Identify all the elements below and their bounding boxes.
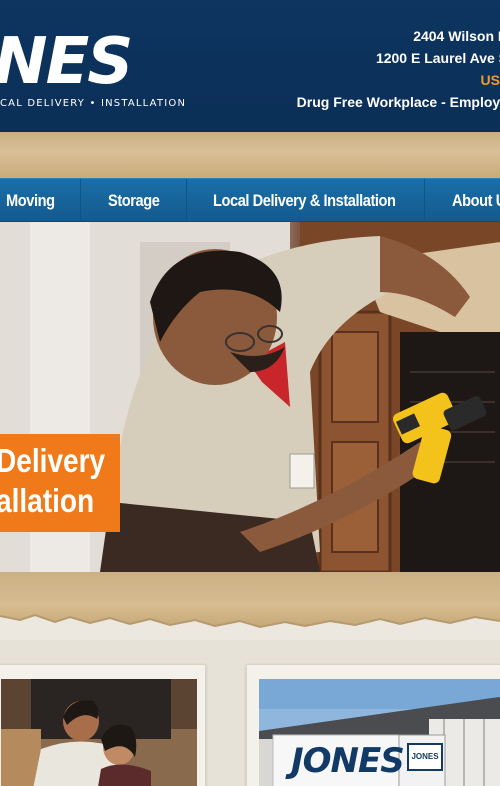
logo-wordmark: NES — [0, 25, 133, 99]
decorative-strip — [0, 132, 500, 178]
nav-item-local-delivery[interactable]: Local Delivery & Installation — [213, 179, 396, 223]
address-line-1: 2404 Wilson R — [413, 28, 500, 44]
nav-item-about[interactable]: About U — [452, 179, 500, 223]
nav-divider — [424, 179, 425, 223]
main-nav: Moving Storage Local Delivery & Installa… — [0, 178, 500, 223]
nav-item-moving[interactable]: Moving — [6, 179, 55, 223]
site-header: NES CAL DELIVERY • INSTALLATION 2404 Wil… — [0, 0, 500, 132]
nav-divider — [80, 179, 81, 223]
truck-logo: JONES — [291, 741, 405, 781]
logo-tagline: CAL DELIVERY • INSTALLATION — [0, 98, 187, 109]
nav-divider — [186, 179, 187, 223]
hero-caption-line-2: allation — [0, 482, 95, 519]
drug-free-notice: Drug Free Workplace - Employe — [296, 94, 500, 110]
address-line-2: 1200 E Laurel Ave S — [375, 50, 500, 66]
highlight-text: US — [480, 72, 500, 88]
truck-photo: JONES JONES — [259, 679, 500, 786]
hero-caption[interactable]: Delivery allation — [0, 434, 120, 532]
feature-card-delivery[interactable]: JONES JONES — [246, 664, 500, 786]
nav-item-storage[interactable]: Storage — [108, 179, 160, 223]
feature-card-moving[interactable] — [0, 664, 206, 786]
company-logo[interactable]: NES CAL DELIVERY • INSTALLATION — [0, 25, 200, 116]
family-photo — [1, 679, 197, 786]
hero-caption-line-1: Delivery — [0, 442, 106, 479]
hero-banner[interactable]: Delivery allation — [0, 222, 500, 572]
truck-badge: JONES — [407, 743, 443, 771]
